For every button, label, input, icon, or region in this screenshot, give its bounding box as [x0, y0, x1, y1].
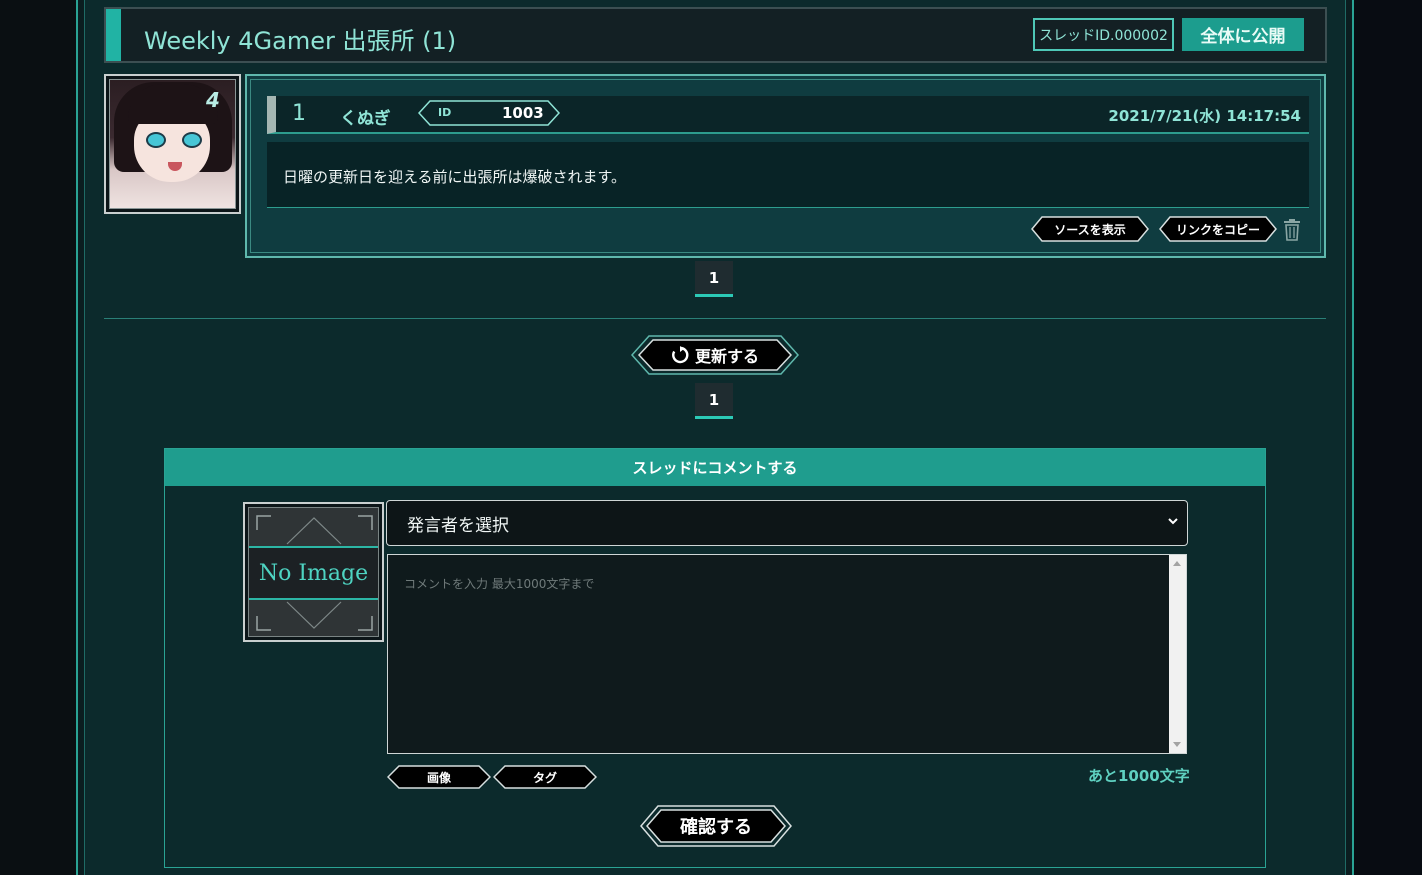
section-divider [104, 318, 1326, 319]
page-background-left [0, 0, 76, 875]
avatar-image: 4 [109, 79, 236, 209]
pagination-top-page[interactable]: 1 [695, 261, 733, 297]
remaining-char-count: あと1000文字 [1088, 767, 1190, 785]
tag-button[interactable]: タグ [493, 765, 597, 789]
post-body: 日曜の更新日を迎える前に出張所は爆破されます。 [267, 142, 1309, 208]
post-id-badge: ID 1003 [418, 100, 560, 126]
comment-textarea[interactable]: コメントを入力 最大1000文字まで [387, 554, 1187, 754]
show-source-button[interactable]: ソースを表示 [1031, 216, 1149, 242]
publish-button[interactable]: 全体に公開 [1182, 18, 1304, 51]
speaker-select[interactable]: 発言者を選択 [386, 500, 1188, 546]
post-id-label: ID [438, 106, 452, 119]
avatar-hairclip-icon: 4 [206, 88, 220, 112]
confirm-button[interactable]: 確認する [640, 805, 792, 847]
pagination-bottom-page[interactable]: 1 [695, 383, 733, 419]
page-background-right [1354, 0, 1422, 875]
comment-form-header: スレッドにコメントする [165, 449, 1265, 486]
scroll-down-icon[interactable] [1173, 742, 1181, 747]
scroll-up-icon[interactable] [1173, 561, 1181, 566]
confirm-label: 確認する [680, 817, 752, 838]
post-avatar: 4 [104, 74, 241, 214]
post-date: 2021/7/21(水) 14:17:54 [1108, 107, 1301, 125]
thread-header: Weekly 4Gamer 出張所 (1) スレッドID.000002 全体に公… [104, 7, 1327, 63]
post-author: くぬぎ [340, 109, 391, 129]
image-button[interactable]: 画像 [387, 765, 491, 789]
comment-scrollbar[interactable] [1169, 555, 1186, 753]
trash-icon[interactable] [1281, 218, 1303, 242]
speaker-select-value: 発言者を選択 [407, 515, 509, 536]
speaker-avatar-placeholder: No Image [243, 502, 384, 642]
post-id-value: 1003 [502, 104, 544, 122]
post-header: 1 くぬぎ ID 1003 2021/7/21(水) 14:17:54 [267, 96, 1309, 134]
post-card: 1 くぬぎ ID 1003 2021/7/21(水) 14:17:54 日曜の更… [245, 74, 1326, 258]
refresh-label: 更新する [694, 347, 759, 366]
chevron-down-icon [1168, 518, 1178, 525]
thread-id-badge: スレッドID.000002 [1033, 18, 1174, 51]
copy-link-button[interactable]: リンクをコピー [1159, 216, 1277, 242]
thread-title: Weekly 4Gamer 出張所 (1) [144, 27, 457, 55]
refresh-icon [672, 346, 689, 364]
no-image-text: No Image [249, 546, 378, 600]
thread-header-accent [106, 9, 121, 61]
comment-placeholder: コメントを入力 最大1000文字まで [404, 577, 595, 591]
comment-form: スレッドにコメントする No Image 発言者を選択 コメントを入力 最大10… [164, 448, 1266, 868]
post-number: 1 [292, 101, 306, 126]
refresh-button[interactable]: 更新する [631, 335, 799, 375]
